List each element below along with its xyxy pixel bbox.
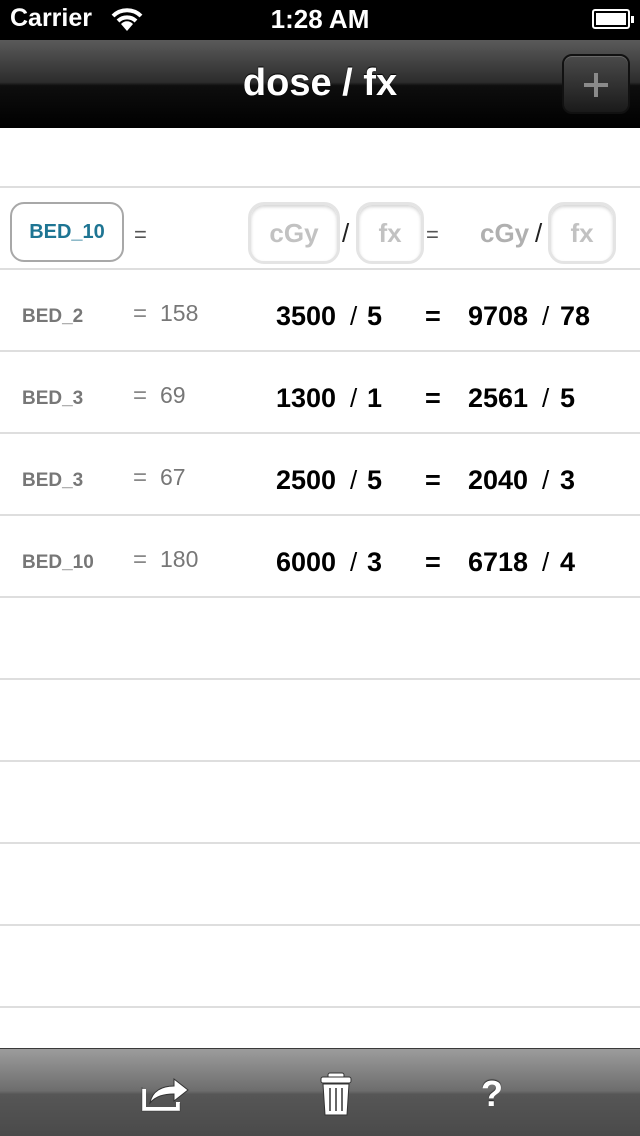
add-button[interactable]	[562, 54, 630, 114]
share-icon	[141, 1077, 189, 1112]
plus-icon-stem	[594, 73, 598, 97]
slash-separator: /	[350, 301, 358, 331]
bed-type-button[interactable]: BED_10	[10, 202, 124, 262]
equals-sign: =	[425, 301, 441, 331]
equals-sign: =	[133, 546, 148, 573]
dose-value: 1300	[276, 383, 337, 413]
bed-label: BED_2	[22, 306, 84, 327]
row-divider	[0, 678, 640, 680]
fx-value: 1	[367, 383, 383, 413]
bed-label: BED_10	[22, 552, 94, 573]
trash-icon	[320, 1072, 352, 1116]
status-bar: Carrier 1:28 AM	[0, 0, 640, 40]
slash-separator: /	[542, 383, 550, 413]
bed-value: 180	[160, 546, 199, 572]
bed-value: 158	[160, 300, 199, 326]
list-item[interactable]: BED_3 = 67 2500 / 5 = 2040 / 3	[0, 434, 640, 514]
slash-separator: /	[350, 547, 358, 577]
bed-value: 67	[160, 464, 186, 490]
slash-separator: /	[350, 465, 358, 495]
row-divider	[0, 760, 640, 762]
equivalent-fx-value: 3	[560, 465, 576, 495]
equals-sign: =	[133, 382, 148, 409]
delete-button[interactable]	[306, 1069, 366, 1119]
bed-label: BED_3	[22, 470, 84, 491]
equivalent-dose-value: 2561	[468, 383, 529, 413]
dose-value: 6000	[276, 547, 337, 577]
slash-separator: /	[542, 301, 550, 331]
row-divider	[0, 1006, 640, 1008]
result-equals-sign: =	[426, 222, 439, 247]
equals-sign: =	[133, 300, 148, 327]
help-button[interactable]: ?	[462, 1069, 522, 1119]
dose-value: 2500	[276, 465, 337, 495]
equivalent-dose-value: 6718	[468, 547, 529, 577]
dose-value: 3500	[276, 301, 337, 331]
equivalent-fx-value: 5	[560, 383, 576, 413]
bed-label: BED_3	[22, 388, 84, 409]
share-button[interactable]	[136, 1069, 196, 1119]
list-item[interactable]: BED_3 = 69 1300 / 1 = 2561 / 5	[0, 352, 640, 432]
equals-sign: =	[425, 547, 441, 577]
fx-value: 5	[367, 301, 383, 331]
slash-separator: /	[542, 547, 550, 577]
equals-sign: =	[425, 383, 441, 413]
equivalent-dose-value: 9708	[468, 301, 529, 331]
bed-value: 69	[160, 382, 186, 408]
equivalent-fx-value: 78	[560, 301, 591, 331]
equivalent-dose-value: 2040	[468, 465, 529, 495]
row-divider	[0, 596, 640, 598]
dose-input[interactable]: cGy	[248, 202, 340, 264]
battery-icon	[592, 9, 634, 29]
equals-sign: =	[134, 222, 147, 247]
list-item[interactable]: BED_10 = 180 6000 / 3 = 6718 / 4	[0, 516, 640, 596]
list-item[interactable]: BED_2 = 158 3500 / 5 = 9708 / 78	[0, 270, 640, 350]
status-time: 1:28 AM	[270, 4, 370, 34]
navigation-bar: dose / fx	[0, 40, 640, 128]
result-fx-input[interactable]: fx	[548, 202, 616, 264]
fx-input[interactable]: fx	[356, 202, 424, 264]
page-title: dose / fx	[242, 62, 398, 104]
result-slash-separator: /	[535, 218, 543, 248]
input-row: BED_10 = cGy / fx = cGy / fx	[0, 188, 640, 268]
result-dose-unit: cGy	[480, 218, 530, 248]
slash-separator: /	[342, 218, 350, 248]
row-divider	[0, 842, 640, 844]
row-divider	[0, 924, 640, 926]
slash-separator: /	[542, 465, 550, 495]
fx-value: 5	[367, 465, 383, 495]
bottom-toolbar: ?	[0, 1048, 640, 1136]
equivalent-fx-value: 4	[560, 547, 576, 577]
slash-separator: /	[350, 383, 358, 413]
equals-sign: =	[133, 464, 148, 491]
fx-value: 3	[367, 547, 383, 577]
equals-sign: =	[425, 465, 441, 495]
